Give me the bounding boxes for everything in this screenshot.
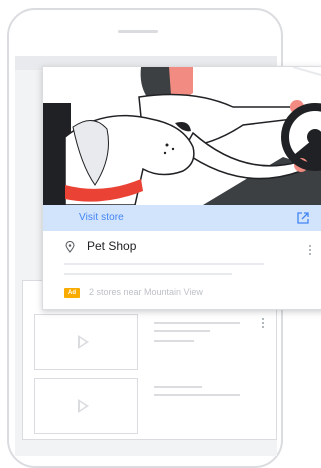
placeholder-line: [154, 330, 210, 332]
visit-store-link[interactable]: Visit store: [79, 212, 124, 223]
external-link-icon[interactable]: [296, 211, 310, 225]
ad-card[interactable]: Visit store Pet Shop Ad 2 stores near Mo…: [42, 66, 321, 310]
placeholder-line: [154, 386, 202, 388]
placeholder-line: [64, 273, 232, 275]
more-vert-icon[interactable]: [262, 318, 265, 330]
location-pin-icon: [65, 241, 75, 253]
ad-badge: Ad: [64, 288, 80, 298]
video-thumbnail[interactable]: [34, 314, 138, 370]
phone-speaker: [118, 30, 158, 33]
more-vert-icon[interactable]: [309, 245, 312, 257]
placeholder-line: [154, 394, 240, 396]
ad-illustration: [43, 67, 321, 205]
visit-store-bar[interactable]: Visit store: [43, 205, 321, 231]
placeholder-line: [154, 340, 194, 342]
video-thumbnail[interactable]: [34, 378, 138, 434]
business-title[interactable]: Pet Shop: [87, 239, 136, 253]
placeholder-line: [64, 263, 264, 265]
placeholder-line: [154, 322, 240, 324]
play-icon: [78, 399, 89, 413]
play-icon: [78, 335, 89, 349]
stores-nearby-text: 2 stores near Mountain View: [89, 287, 203, 297]
